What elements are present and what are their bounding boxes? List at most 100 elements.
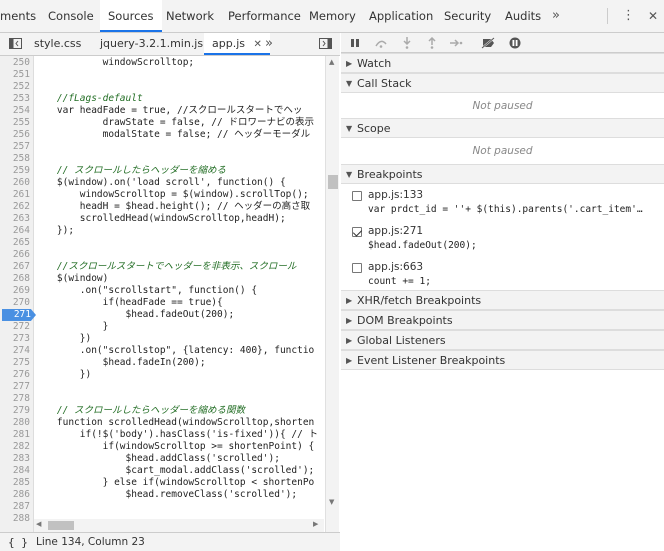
line-number[interactable]: 255 [0,117,30,129]
line-number[interactable]: 275 [0,357,30,369]
more-tabs-icon[interactable]: » [552,0,560,32]
line-number[interactable]: 261 [0,189,30,201]
line-number[interactable]: 262 [0,201,30,213]
scroll-up-icon[interactable]: ▲ [329,58,334,66]
code-area[interactable]: 250 251 252 253 254 255 256 257 258 259 260 261 262 2… [0,56,340,532]
step-icon[interactable] [449,33,463,53]
menu-kebab-icon[interactable]: ⋮ [622,0,635,32]
line-number[interactable]: 267 [0,261,30,273]
line-number[interactable]: 260 [0,177,30,189]
code-line: $cart_modal.addClass('scrolled'); [34,465,315,476]
breakpoint-line-number[interactable]: 271 [2,309,36,321]
tab-console[interactable]: Console [48,0,94,32]
line-number[interactable]: 269 [0,285,30,297]
horizontal-scrollbar[interactable]: ◀ ▶ [34,519,324,532]
line-number[interactable]: 281 [0,429,30,441]
xhr-breakpoints-section-header[interactable]: ▶ XHR/fetch Breakpoints [341,290,664,310]
close-devtools-icon[interactable]: ✕ [648,0,658,32]
line-number[interactable]: 277 [0,381,30,393]
tab-network[interactable]: Network [166,0,214,32]
scope-section-header[interactable]: ▼ Scope [341,118,664,138]
toggle-navigator-icon[interactable] [9,33,22,55]
line-number[interactable]: 284 [0,465,30,477]
tab-performance[interactable]: Performance [228,0,301,32]
line-number[interactable]: 259 [0,165,30,177]
file-tab-jquery[interactable]: jquery-3.2.1.min.js [100,33,203,55]
tab-elements[interactable]: ments [0,0,36,32]
divider [607,8,608,24]
file-tab-style-css[interactable]: style.css [34,33,81,55]
tab-security[interactable]: Security [444,0,491,32]
scroll-down-icon[interactable]: ▼ [329,498,334,506]
code-line: } else if(windowScrolltop < shortenPo [34,477,315,488]
breakpoints-section-header[interactable]: ▼ Breakpoints [341,164,664,184]
line-number[interactable]: 252 [0,81,30,93]
dom-breakpoints-section-header[interactable]: ▶ DOM Breakpoints [341,310,664,330]
vertical-scroll-thumb[interactable] [328,175,338,189]
tab-application[interactable]: Application [369,0,433,32]
line-number[interactable]: 286 [0,489,30,501]
watch-section-header[interactable]: ▶ Watch [341,53,664,73]
line-number[interactable]: 254 [0,105,30,117]
section-title: Watch [357,57,392,70]
pretty-print-icon[interactable]: { } [8,533,28,551]
line-number[interactable]: 280 [0,417,30,429]
close-tab-icon[interactable]: ✕ [254,39,262,50]
line-number[interactable]: 276 [0,369,30,381]
toggle-debugger-icon[interactable] [319,33,332,55]
breakpoint-checkbox[interactable] [352,227,362,237]
line-number[interactable]: 274 [0,345,30,357]
line-number[interactable]: 263 [0,213,30,225]
pause-on-exceptions-icon[interactable] [509,33,521,53]
line-number[interactable]: 264 [0,225,30,237]
line-number[interactable]: 253 [0,93,30,105]
deactivate-breakpoints-icon[interactable] [481,33,495,53]
line-number[interactable]: 257 [0,141,30,153]
horizontal-scroll-thumb[interactable] [48,521,74,530]
line-number[interactable]: 272 [0,321,30,333]
line-number[interactable]: 278 [0,393,30,405]
expanded-arrow-icon: ▼ [346,170,353,179]
file-tab-app-js[interactable]: app.js ✕ [204,33,270,55]
step-into-icon[interactable] [402,33,412,53]
call-stack-section-header[interactable]: ▼ Call Stack [341,73,664,93]
collapsed-arrow-icon: ▶ [346,356,353,365]
line-number[interactable]: 287 [0,501,30,513]
line-number[interactable]: 283 [0,453,30,465]
more-files-icon[interactable]: » [265,33,273,55]
tab-audits[interactable]: Audits [505,0,541,32]
code-line: $head.fadeOut(200); [34,309,235,320]
line-number[interactable]: 268 [0,273,30,285]
breakpoint-checkbox[interactable] [352,191,362,201]
line-number[interactable]: 251 [0,69,30,81]
breakpoint-item[interactable]: app.js:133 var prdct_id = ''+ $(this).pa… [341,187,664,223]
code-line: //fLags-default [34,93,143,104]
line-number[interactable]: 273 [0,333,30,345]
expanded-arrow-icon: ▼ [346,124,353,133]
event-listener-breakpoints-section-header[interactable]: ▶ Event Listener Breakpoints [341,350,664,370]
pause-icon[interactable] [350,33,360,53]
scroll-left-icon[interactable]: ◀ [36,520,41,528]
line-number[interactable]: 250 [0,57,30,69]
tab-memory[interactable]: Memory [309,0,356,32]
line-number[interactable]: 265 [0,237,30,249]
line-number[interactable]: 270 [0,297,30,309]
line-number[interactable]: 282 [0,441,30,453]
step-over-icon[interactable] [374,33,388,53]
line-number[interactable]: 266 [0,249,30,261]
line-number[interactable]: 279 [0,405,30,417]
line-number[interactable]: 285 [0,477,30,489]
section-title: Breakpoints [357,168,423,181]
scroll-right-icon[interactable]: ▶ [313,520,318,528]
line-number[interactable]: 288 [0,513,30,525]
global-listeners-section-header[interactable]: ▶ Global Listeners [341,330,664,350]
step-out-icon[interactable] [427,33,437,53]
line-number[interactable]: 256 [0,129,30,141]
line-gutter[interactable]: 250 251 252 253 254 255 256 257 258 259 260 261 262 2… [0,56,36,532]
line-number[interactable]: 258 [0,153,30,165]
vertical-scrollbar[interactable]: ▲ ▼ [325,56,339,532]
breakpoint-item[interactable]: app.js:271 $head.fadeOut(200); [341,223,664,259]
code-line: scrolledHead(windowScrolltop,headH); [34,213,286,224]
breakpoint-checkbox[interactable] [352,263,362,273]
tab-sources[interactable]: Sources [100,0,162,32]
